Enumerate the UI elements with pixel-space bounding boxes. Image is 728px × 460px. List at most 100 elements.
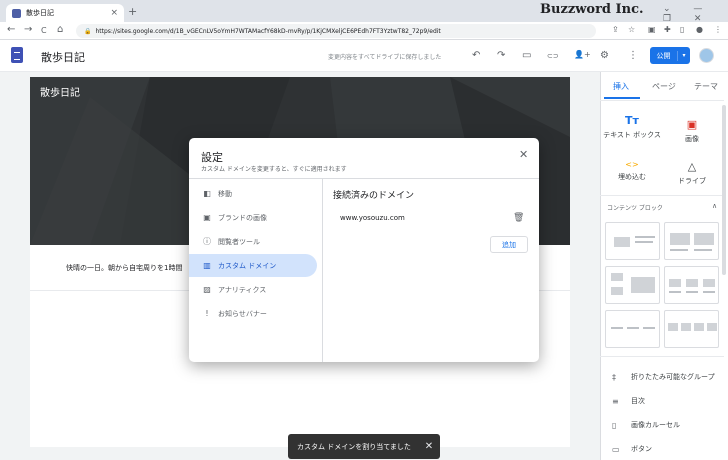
puzzle-icon[interactable]: ✚: [664, 25, 671, 34]
extension-icon[interactable]: ▣: [648, 25, 656, 34]
button-icon: ▭: [612, 444, 620, 454]
insert-table-of-contents[interactable]: ≡ 目次: [612, 396, 645, 406]
content-blocks-header: コンテンツ ブロック: [607, 205, 663, 212]
settings-menu-custom-domain[interactable]: ▥ カスタム ドメイン: [189, 254, 317, 277]
url-text: https://sites.google.com/d/1B_vGECnLV5oY…: [95, 27, 441, 35]
reload-icon[interactable]: C: [41, 26, 47, 35]
settings-menu-label: ブランドの画像: [218, 213, 267, 222]
window-controls[interactable]: ⌄ — ❐ ✕: [663, 4, 728, 24]
insert-text-box[interactable]: Tт テキスト ボックス: [602, 114, 662, 140]
domain-icon: ▥: [203, 260, 211, 270]
chevron-up-icon[interactable]: ∧: [712, 202, 717, 210]
sidebar-scrollbar[interactable]: [722, 105, 726, 275]
undo-icon[interactable]: ↶: [472, 50, 480, 61]
hero-title[interactable]: 散歩日記: [40, 84, 80, 99]
insert-drive-label: ドライブ: [678, 177, 706, 185]
snackbar: カスタム ドメインを割り当てました ✕: [288, 434, 440, 459]
body-text[interactable]: 快晴の一日。朝から自宅周りを1時間: [66, 263, 182, 273]
browser-menu-icon[interactable]: ⋮: [714, 25, 722, 34]
share-icon[interactable]: 👤+: [574, 50, 591, 59]
connected-domains-title: 接続済みのドメイン: [333, 191, 415, 201]
forward-icon[interactable]: →: [24, 24, 32, 35]
lock-icon: 🔒: [84, 27, 92, 35]
bookmark-star-icon[interactable]: ☆: [628, 25, 635, 34]
publish-dropdown-icon[interactable]: ▾: [678, 52, 690, 59]
sites-favicon-icon: [12, 8, 21, 18]
sidepanel-icon[interactable]: ▯: [680, 25, 684, 34]
snackbar-close-icon[interactable]: ✕: [418, 441, 440, 452]
content-block-tile[interactable]: [605, 266, 660, 304]
link-icon[interactable]: ⊂⊃: [547, 52, 559, 60]
table-of-contents-icon: ≡: [612, 396, 619, 406]
text-box-icon: Tт: [625, 114, 639, 127]
home-icon[interactable]: ⌂: [57, 24, 63, 35]
insert-text-box-label: テキスト ボックス: [603, 131, 661, 139]
collapsible-group-icon: ‡: [612, 372, 616, 382]
profile-icon[interactable]: ●: [696, 25, 703, 34]
settings-menu-viewer-tools[interactable]: ⓘ 閲覧者ツール: [189, 230, 317, 253]
analytics-icon: ▨: [203, 284, 211, 294]
tab-close-icon[interactable]: ×: [110, 8, 118, 18]
dialog-divider: [189, 178, 539, 179]
domain-name: www.yosouzu.com: [340, 214, 405, 222]
settings-menu-brand-images[interactable]: ▣ ブランドの画像: [189, 206, 317, 229]
settings-icon[interactable]: ⚙: [600, 50, 609, 61]
omnibox[interactable]: 🔒 https://sites.google.com/d/1B_vGECnLV5…: [76, 24, 596, 38]
settings-menu-label: アナリティクス: [218, 285, 267, 294]
settings-menu-navigation[interactable]: ◧ 移動: [189, 182, 317, 205]
tab-insert[interactable]: 挿入: [613, 81, 629, 92]
embed-icon: <>: [625, 160, 639, 169]
tab-pages[interactable]: ページ: [652, 81, 676, 92]
content-block-tile[interactable]: [605, 222, 660, 260]
publish-label[interactable]: 公開: [650, 50, 678, 61]
insert-image-carousel[interactable]: ▯ 画像カルーセル: [612, 420, 680, 430]
trash-icon[interactable]: 🗑: [513, 213, 524, 223]
insert-embed-label: 埋め込む: [618, 173, 646, 181]
document-title[interactable]: 散歩日記: [41, 49, 85, 65]
settings-menu-label: お知らせバナー: [218, 309, 267, 318]
share-page-icon[interactable]: ⇪: [612, 25, 619, 34]
settings-menu-label: 移動: [218, 189, 232, 198]
table-of-contents-label: 目次: [631, 397, 645, 405]
navigation-icon: ◧: [203, 188, 211, 198]
settings-menu-analytics[interactable]: ▨ アナリティクス: [189, 278, 317, 301]
content-block-tile[interactable]: [605, 310, 660, 348]
snackbar-message: カスタム ドメインを割り当てました: [297, 442, 411, 451]
insert-collapsible-group[interactable]: ‡ 折りたたみ可能なグループ: [612, 372, 715, 382]
add-domain-button[interactable]: 追加: [490, 236, 528, 253]
collapsible-group-label: 折りたたみ可能なグループ: [631, 373, 715, 381]
insert-image-label: 画像: [685, 135, 699, 143]
dialog-title: 設定: [201, 151, 223, 164]
redo-icon[interactable]: ↷: [497, 50, 505, 61]
settings-menu-announcement-banner[interactable]: ! お知らせバナー: [189, 302, 317, 325]
insert-embed[interactable]: <> 埋め込む: [602, 160, 662, 182]
insert-button[interactable]: ▭ ボタン: [612, 444, 652, 454]
sidebar-divider: [600, 356, 724, 357]
new-tab-button[interactable]: +: [128, 5, 137, 18]
brand-watermark: Buzzword Inc.: [540, 2, 644, 17]
content-block-tile[interactable]: [664, 222, 719, 260]
drive-icon: △: [687, 160, 697, 173]
sites-logo-icon[interactable]: [11, 47, 23, 63]
insert-drive[interactable]: △ ドライブ: [662, 160, 722, 186]
insert-image[interactable]: ▣ 画像: [662, 118, 722, 144]
content-block-tile[interactable]: [664, 310, 719, 348]
image-icon: ▣: [686, 118, 698, 131]
publish-button[interactable]: 公開 ▾: [650, 47, 690, 64]
brand-image-icon: ▣: [203, 212, 211, 222]
back-icon[interactable]: ←: [7, 24, 15, 35]
browser-tab-title: 散歩日記: [26, 9, 54, 17]
settings-menu-label: カスタム ドメイン: [218, 261, 277, 270]
close-icon[interactable]: ✕: [519, 148, 528, 161]
avatar[interactable]: [699, 48, 714, 63]
browser-tab[interactable]: 散歩日記 ×: [6, 4, 124, 22]
tab-themes[interactable]: テーマ: [694, 81, 718, 92]
save-status: 変更内容をすべてドライブに保存しました: [328, 54, 442, 61]
sidebar-divider: [600, 195, 724, 196]
image-carousel-label: 画像カルーセル: [631, 421, 680, 429]
preview-icon[interactable]: ▭: [522, 50, 531, 61]
content-block-tile[interactable]: [664, 266, 719, 304]
dialog-subtitle: カスタム ドメインを変更すると、すぐに適用されます: [201, 166, 347, 173]
announcement-icon: !: [205, 308, 209, 318]
more-icon[interactable]: ⋮: [628, 50, 638, 61]
